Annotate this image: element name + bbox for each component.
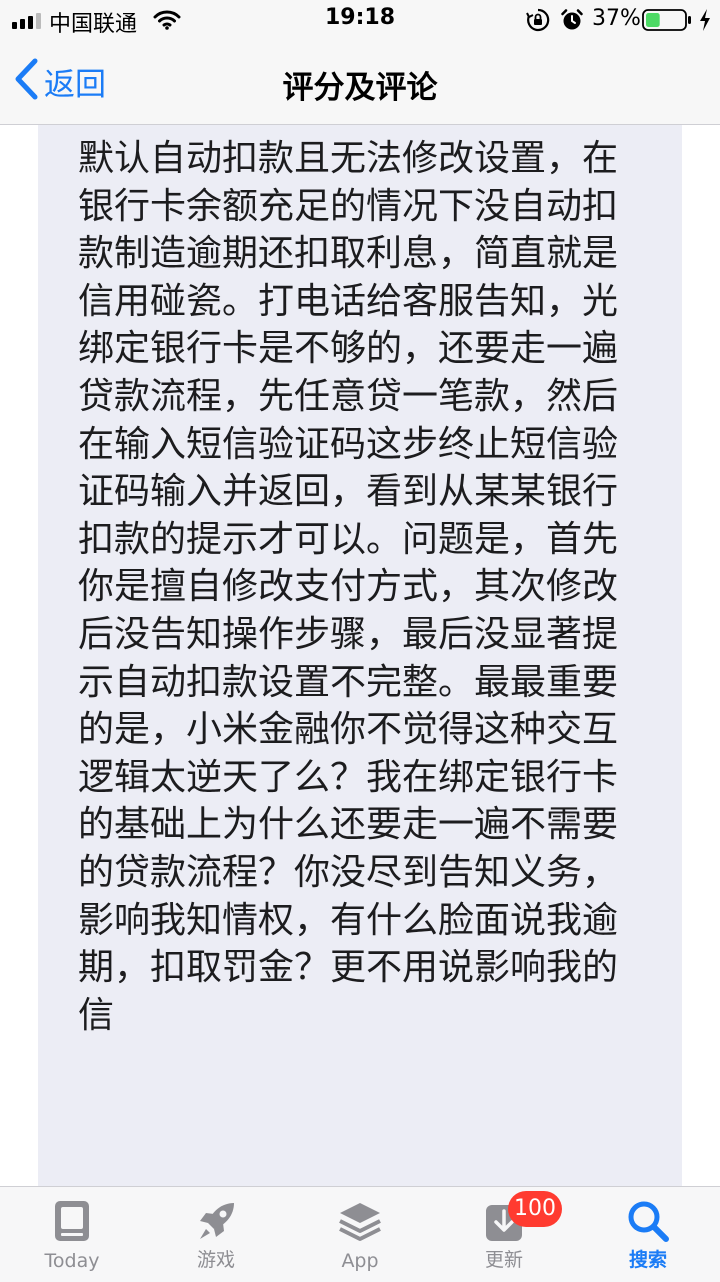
tab-label: 更新	[484, 1249, 523, 1271]
battery-percent: 37%	[592, 6, 641, 31]
tab-updates[interactable]: 100 更新	[432, 1187, 576, 1282]
tab-label: 游戏	[196, 1249, 235, 1271]
tab-label: Today	[44, 1250, 100, 1272]
tab-label: 搜索	[628, 1249, 667, 1271]
tab-today[interactable]: Today	[0, 1187, 144, 1282]
tab-search[interactable]: 搜索	[576, 1187, 720, 1282]
today-icon	[53, 1199, 91, 1247]
review-text: 默认自动扣款且无法修改设置，在银行卡余额充足的情况下没自动扣款制造逾期还扣取利息…	[78, 138, 619, 1036]
nav-bar: 返回 评分及评论	[0, 40, 720, 125]
charging-icon	[698, 8, 712, 36]
rocket-icon	[194, 1199, 238, 1247]
review-card: 默认自动扣款且无法修改设置，在银行卡余额充足的情况下没自动扣款制造逾期还扣取利息…	[38, 125, 682, 1186]
review-scroll-area[interactable]: 默认自动扣款且无法修改设置，在银行卡余额充足的情况下没自动扣款制造逾期还扣取利息…	[0, 125, 720, 1186]
layers-icon	[337, 1199, 383, 1247]
tab-games[interactable]: 游戏	[144, 1187, 288, 1282]
tab-bar: Today 游戏 App 100 更新 搜索	[0, 1186, 720, 1282]
search-icon	[626, 1199, 670, 1247]
updates-badge: 100	[508, 1191, 562, 1227]
orientation-lock-icon	[526, 8, 550, 36]
battery-icon	[642, 9, 692, 35]
tab-apps[interactable]: App	[288, 1187, 432, 1282]
tab-label: App	[341, 1250, 379, 1272]
page-title: 评分及评论	[282, 70, 438, 106]
status-bar: 中国联通 19:18 37%	[0, 0, 720, 40]
alarm-icon	[560, 8, 584, 36]
